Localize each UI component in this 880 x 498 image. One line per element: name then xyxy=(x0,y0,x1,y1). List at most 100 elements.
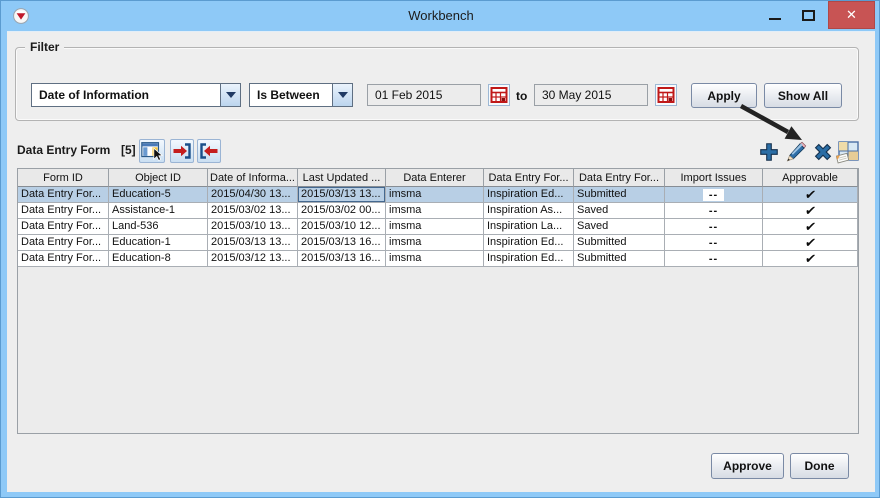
table-row[interactable]: Data Entry For...Assistance-12015/03/02 … xyxy=(18,203,859,219)
date-to-field[interactable]: 30 May 2015 xyxy=(534,84,648,106)
table-cell[interactable]: 2015/03/13 16... xyxy=(298,251,386,267)
column-header[interactable]: Object ID xyxy=(109,169,208,187)
column-header[interactable]: Last Updated ... xyxy=(298,169,386,187)
maximize-button[interactable] xyxy=(794,1,822,29)
filter-field-combo[interactable]: Date of Information xyxy=(31,83,241,107)
data-entry-form-table[interactable]: Form IDObject IDDate of Informa...Last U… xyxy=(17,168,859,434)
table-cell[interactable]: -- xyxy=(665,187,763,203)
column-header[interactable]: Approvable xyxy=(763,169,858,187)
table-cell[interactable]: Inspiration Ed... xyxy=(484,187,574,203)
table-cell[interactable]: imsma xyxy=(386,219,484,235)
table-cell[interactable]: 2015/03/02 13... xyxy=(208,203,298,219)
table-cell[interactable]: Assistance-1 xyxy=(109,203,208,219)
import-issues-none: -- xyxy=(709,205,718,217)
map-summary-button[interactable] xyxy=(835,140,860,164)
red-arrow-left-icon xyxy=(199,141,219,161)
table-row[interactable]: Data Entry For...Education-12015/03/13 1… xyxy=(18,235,859,251)
table-cell[interactable]: Inspiration Ed... xyxy=(484,251,574,267)
table-cell[interactable]: 2015/03/02 00... xyxy=(298,203,386,219)
table-cell[interactable]: Submitted xyxy=(574,251,665,267)
calendar-icon xyxy=(657,86,675,104)
date-to-calendar-button[interactable] xyxy=(655,84,677,106)
table-cell[interactable]: imsma xyxy=(386,251,484,267)
table-cell[interactable]: Data Entry For... xyxy=(18,219,109,235)
minimize-button[interactable] xyxy=(761,1,789,29)
titlebar[interactable]: Workbench ✕ xyxy=(1,1,880,31)
table-cell[interactable]: Land-536 xyxy=(109,219,208,235)
table-cell[interactable]: imsma xyxy=(386,235,484,251)
table-cell[interactable]: Education-8 xyxy=(109,251,208,267)
map-icon xyxy=(836,140,860,164)
table-cell[interactable]: Education-5 xyxy=(109,187,208,203)
date-from-calendar-button[interactable] xyxy=(488,84,510,106)
table-cell[interactable]: 2015/03/10 13... xyxy=(208,219,298,235)
table-cell[interactable]: 2015/03/12 13... xyxy=(208,251,298,267)
filter-operator-combo[interactable]: Is Between xyxy=(249,83,353,107)
check-icon: ✔ xyxy=(803,235,816,251)
column-chooser-button[interactable] xyxy=(139,139,165,163)
table-cell[interactable]: -- xyxy=(665,251,763,267)
table-cell[interactable]: Data Entry For... xyxy=(18,251,109,267)
filter-operator-value: Is Between xyxy=(250,84,332,106)
filter-group-label: Filter xyxy=(25,40,64,54)
close-button[interactable]: ✕ xyxy=(828,1,875,29)
window-title: Workbench xyxy=(1,8,880,23)
chevron-down-icon xyxy=(332,84,352,106)
table-cell[interactable]: Saved xyxy=(574,203,665,219)
table-cell[interactable]: Inspiration La... xyxy=(484,219,574,235)
table-cell[interactable]: -- xyxy=(665,219,763,235)
move-left-button[interactable] xyxy=(197,139,221,163)
show-all-button[interactable]: Show All xyxy=(764,83,842,108)
to-label: to xyxy=(516,89,527,103)
table-cell[interactable]: Data Entry For... xyxy=(18,235,109,251)
table-row[interactable]: Data Entry For...Education-82015/03/12 1… xyxy=(18,251,859,267)
plus-icon xyxy=(758,141,780,163)
table-cell[interactable]: Inspiration Ed... xyxy=(484,235,574,251)
table-cell[interactable]: Data Entry For... xyxy=(18,203,109,219)
column-header[interactable]: Form ID xyxy=(18,169,109,187)
column-header[interactable]: Data Entry For... xyxy=(574,169,665,187)
approve-button[interactable]: Approve xyxy=(711,453,784,479)
minimize-icon xyxy=(769,18,781,20)
table-cell[interactable]: imsma xyxy=(386,203,484,219)
table-cell[interactable]: 2015/03/13 13... xyxy=(208,235,298,251)
move-right-button[interactable] xyxy=(170,139,194,163)
table-cell[interactable]: 2015/03/13 16... xyxy=(298,235,386,251)
delete-button[interactable] xyxy=(810,140,835,164)
table-cell[interactable]: Submitted xyxy=(574,187,665,203)
table-cell[interactable]: ✔ xyxy=(763,219,858,235)
column-header[interactable]: Date of Informa... xyxy=(208,169,298,187)
edit-button[interactable] xyxy=(783,140,808,164)
pencil-icon xyxy=(785,141,807,163)
done-button[interactable]: Done xyxy=(790,453,849,479)
table-cell[interactable]: imsma xyxy=(386,187,484,203)
check-icon: ✔ xyxy=(803,251,816,267)
table-columns-icon xyxy=(140,139,164,163)
table-cell[interactable]: Saved xyxy=(574,219,665,235)
table-header-row: Form IDObject IDDate of Informa...Last U… xyxy=(18,169,859,187)
column-header[interactable]: Data Enterer xyxy=(386,169,484,187)
table-cell[interactable]: 2015/03/10 12... xyxy=(298,219,386,235)
table-cell[interactable]: 2015/03/13 13... xyxy=(298,187,386,203)
record-count-badge: [5] xyxy=(121,143,136,157)
add-button[interactable] xyxy=(756,140,781,164)
apply-button[interactable]: Apply xyxy=(691,83,757,108)
table-cell[interactable]: Submitted xyxy=(574,235,665,251)
table-cell[interactable]: ✔ xyxy=(763,187,858,203)
table-cell[interactable]: Inspiration As... xyxy=(484,203,574,219)
table-cell[interactable]: -- xyxy=(665,235,763,251)
column-header[interactable]: Data Entry For... xyxy=(484,169,574,187)
check-icon: ✔ xyxy=(803,187,816,203)
table-cell[interactable]: ✔ xyxy=(763,235,858,251)
table-cell[interactable]: ✔ xyxy=(763,251,858,267)
table-cell[interactable]: Education-1 xyxy=(109,235,208,251)
column-header[interactable]: Import Issues xyxy=(665,169,763,187)
table-cell[interactable]: 2015/04/30 13... xyxy=(208,187,298,203)
date-from-field[interactable]: 01 Feb 2015 xyxy=(367,84,481,106)
table-row[interactable]: Data Entry For...Education-52015/04/30 1… xyxy=(18,187,859,203)
table-cell[interactable]: Data Entry For... xyxy=(18,187,109,203)
table-cell[interactable]: -- xyxy=(665,203,763,219)
table-row[interactable]: Data Entry For...Land-5362015/03/10 13..… xyxy=(18,219,859,235)
check-icon: ✔ xyxy=(803,203,816,219)
table-cell[interactable]: ✔ xyxy=(763,203,858,219)
